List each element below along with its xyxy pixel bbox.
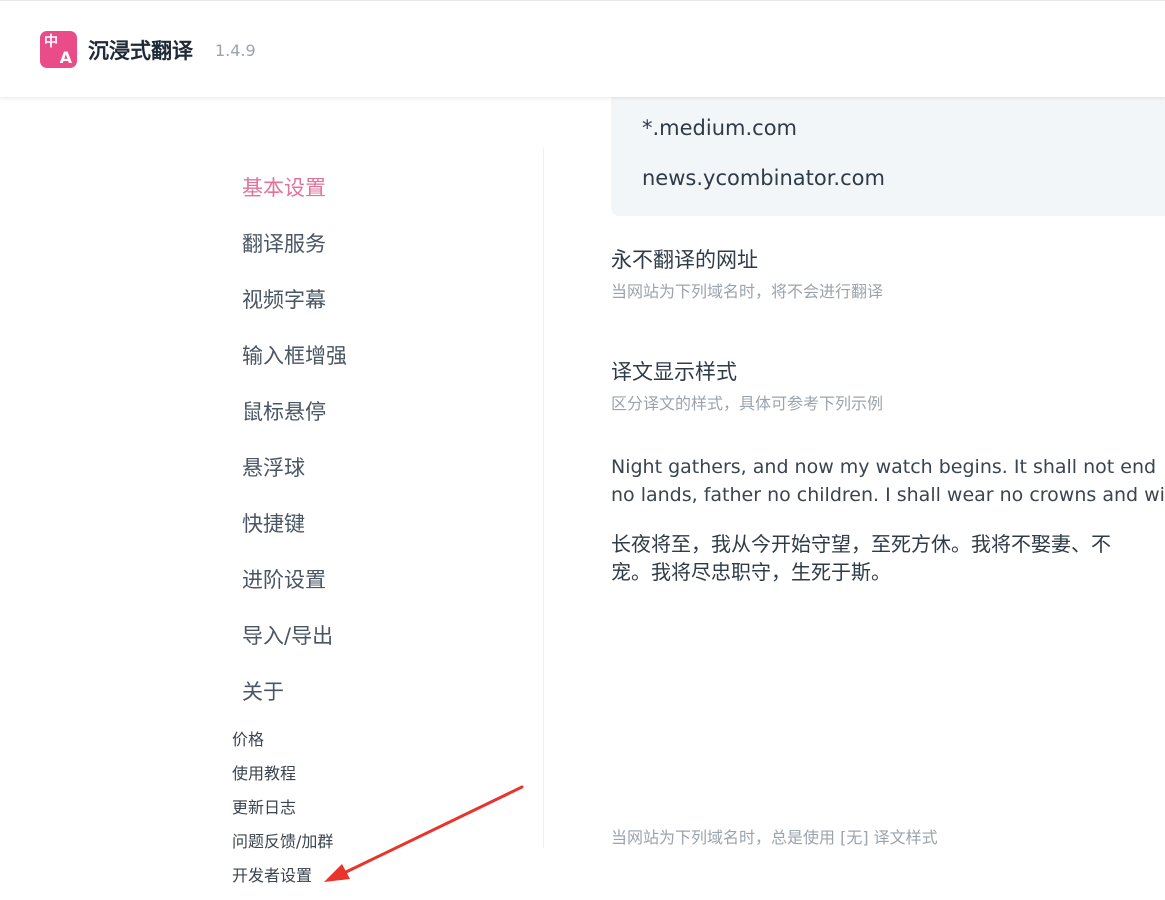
sidebar-item-shortcuts[interactable]: 快捷键 — [242, 504, 502, 560]
app-header: 中 A 沉浸式翻译 1.4.9 — [0, 0, 1165, 97]
domain-item: news.ycombinator.com — [642, 166, 885, 190]
sample-translation-line-1: 长夜将至，我从今开始守望，至死方休。我将不娶妻、不 — [611, 532, 1111, 556]
bottom-style-desc: 当网站为下列域名时，总是使用 [无] 译文样式 — [611, 828, 938, 847]
display-style-title: 译文显示样式 — [611, 360, 737, 384]
settings-content: *.medium.com news.ycombinator.com 永不翻译的网… — [611, 96, 1165, 900]
domain-list[interactable]: *.medium.com news.ycombinator.com — [611, 96, 1165, 216]
app-version: 1.4.9 — [215, 41, 256, 60]
app-title: 沉浸式翻译 — [88, 39, 193, 63]
sidebar-item-video-subtitles[interactable]: 视频字幕 — [242, 280, 502, 336]
sidebar-item-basic-settings[interactable]: 基本设置 — [242, 168, 502, 224]
sidebar-link-feedback[interactable]: 问题反馈/加群 — [232, 829, 333, 863]
sidebar-item-floating-ball[interactable]: 悬浮球 — [242, 448, 502, 504]
sidebar-link-tutorial[interactable]: 使用教程 — [232, 761, 333, 795]
sidebar-divider — [543, 148, 544, 848]
sample-original-line-2: no lands, father no children. I shall we… — [611, 484, 1165, 506]
logo-glyph-a: A — [59, 48, 72, 67]
sidebar-item-mouse-hover[interactable]: 鼠标悬停 — [242, 392, 502, 448]
domain-item: *.medium.com — [642, 116, 798, 140]
sidebar-link-pricing[interactable]: 价格 — [232, 727, 333, 761]
sample-original-line-1: Night gathers, and now my watch begins. … — [611, 456, 1157, 478]
sidebar-sub-links: 价格 使用教程 更新日志 问题反馈/加群 开发者设置 — [232, 727, 333, 897]
sidebar-item-input-enhance[interactable]: 输入框增强 — [242, 336, 502, 392]
sidebar-nav: 基本设置 翻译服务 视频字幕 输入框增强 鼠标悬停 悬浮球 快捷键 进阶设置 导… — [242, 168, 502, 728]
sidebar-item-advanced[interactable]: 进阶设置 — [242, 560, 502, 616]
sidebar-item-import-export[interactable]: 导入/导出 — [242, 616, 502, 672]
app-logo-icon: 中 A — [40, 31, 77, 68]
logo-glyph-zh: 中 — [44, 34, 58, 50]
sample-translation-line-2: 宠。我将尽忠职守，生死于斯。 — [611, 560, 891, 584]
sidebar-item-about[interactable]: 关于 — [242, 672, 502, 728]
sidebar-link-changelog[interactable]: 更新日志 — [232, 795, 333, 829]
sidebar-link-developer-settings[interactable]: 开发者设置 — [232, 863, 333, 897]
never-translate-desc: 当网站为下列域名时，将不会进行翻译 — [611, 282, 884, 301]
display-style-desc: 区分译文的样式，具体可参考下列示例 — [611, 394, 884, 413]
sidebar-item-translation-services[interactable]: 翻译服务 — [242, 224, 502, 280]
never-translate-title: 永不翻译的网址 — [611, 248, 758, 272]
